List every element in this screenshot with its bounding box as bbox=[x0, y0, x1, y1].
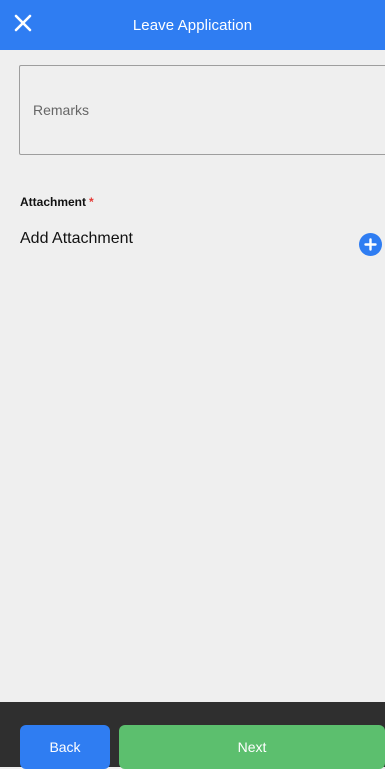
close-button[interactable] bbox=[10, 10, 36, 36]
plus-circle-icon bbox=[364, 238, 377, 251]
required-marker: * bbox=[89, 195, 94, 209]
next-button[interactable]: Next bbox=[119, 725, 385, 769]
app-header: Leave Application bbox=[0, 0, 385, 50]
attachment-label: Attachment * bbox=[20, 195, 94, 209]
page-title: Leave Application bbox=[132, 16, 253, 34]
close-icon bbox=[14, 14, 32, 32]
remarks-field[interactable] bbox=[19, 65, 385, 155]
attachment-label-text: Attachment bbox=[20, 195, 87, 209]
add-attachment-text: Add Attachment bbox=[20, 230, 133, 247]
remarks-input[interactable] bbox=[20, 66, 385, 154]
bottom-action-bar: Back Next bbox=[0, 702, 385, 769]
add-attachment-button[interactable] bbox=[359, 233, 382, 256]
back-button[interactable]: Back bbox=[20, 725, 110, 769]
